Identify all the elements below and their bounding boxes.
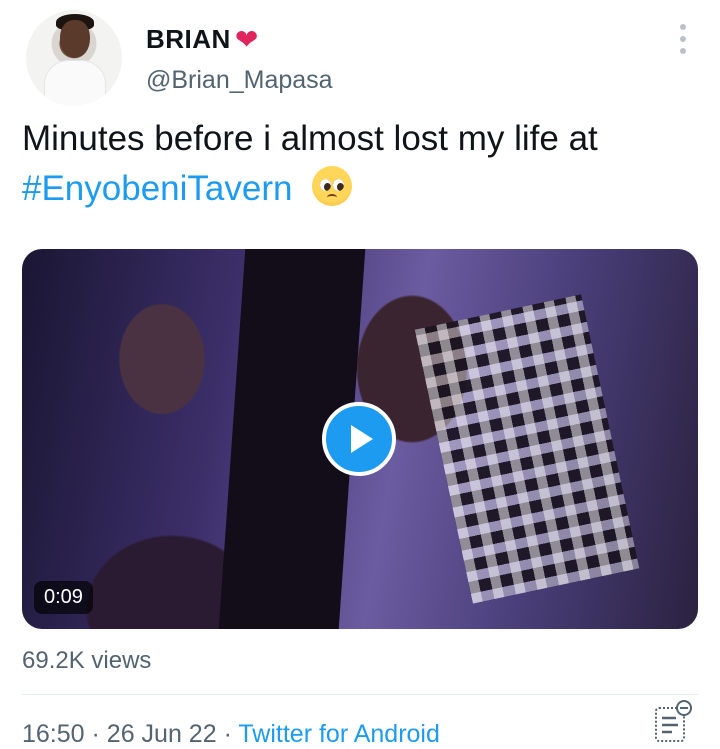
video-frame-plaid-shirt [414,294,640,604]
play-button[interactable] [322,402,396,476]
avatar-head [60,20,90,58]
community-notes-icon[interactable] [654,698,694,744]
meta-separator: · [91,720,100,748]
meta-separator: · [223,720,232,748]
avatar[interactable] [26,10,122,106]
tweet-body: Minutes before i almost lost my life at [22,119,598,158]
hashtag-link[interactable]: #EnyobeniTavern [22,169,292,208]
tweet-text: Minutes before i almost lost my life at … [22,114,702,214]
author-handle[interactable]: @Brian_Mapasa [146,66,333,95]
view-count: 69.2K views [22,647,152,674]
author-display-name[interactable]: BRIAN ❤ [146,24,259,55]
more-options-icon[interactable] [676,24,690,54]
video-duration: 0:09 [34,581,93,614]
tweet-meta: 16:50 · 26 Jun 22 · Twitter for Android [22,720,440,749]
divider [22,694,698,695]
avatar-shirt [44,60,106,106]
tweet-date[interactable]: 26 Jun 22 [107,720,217,748]
video-player[interactable]: 0:09 [22,249,698,629]
tweet-source-link[interactable]: Twitter for Android [238,720,439,748]
tweet-time[interactable]: 16:50 [22,720,85,748]
play-icon [351,425,373,453]
heart-icon: ❤ [234,23,259,55]
display-name-text: BRIAN [146,24,231,54]
pleading-face-icon [312,166,353,206]
